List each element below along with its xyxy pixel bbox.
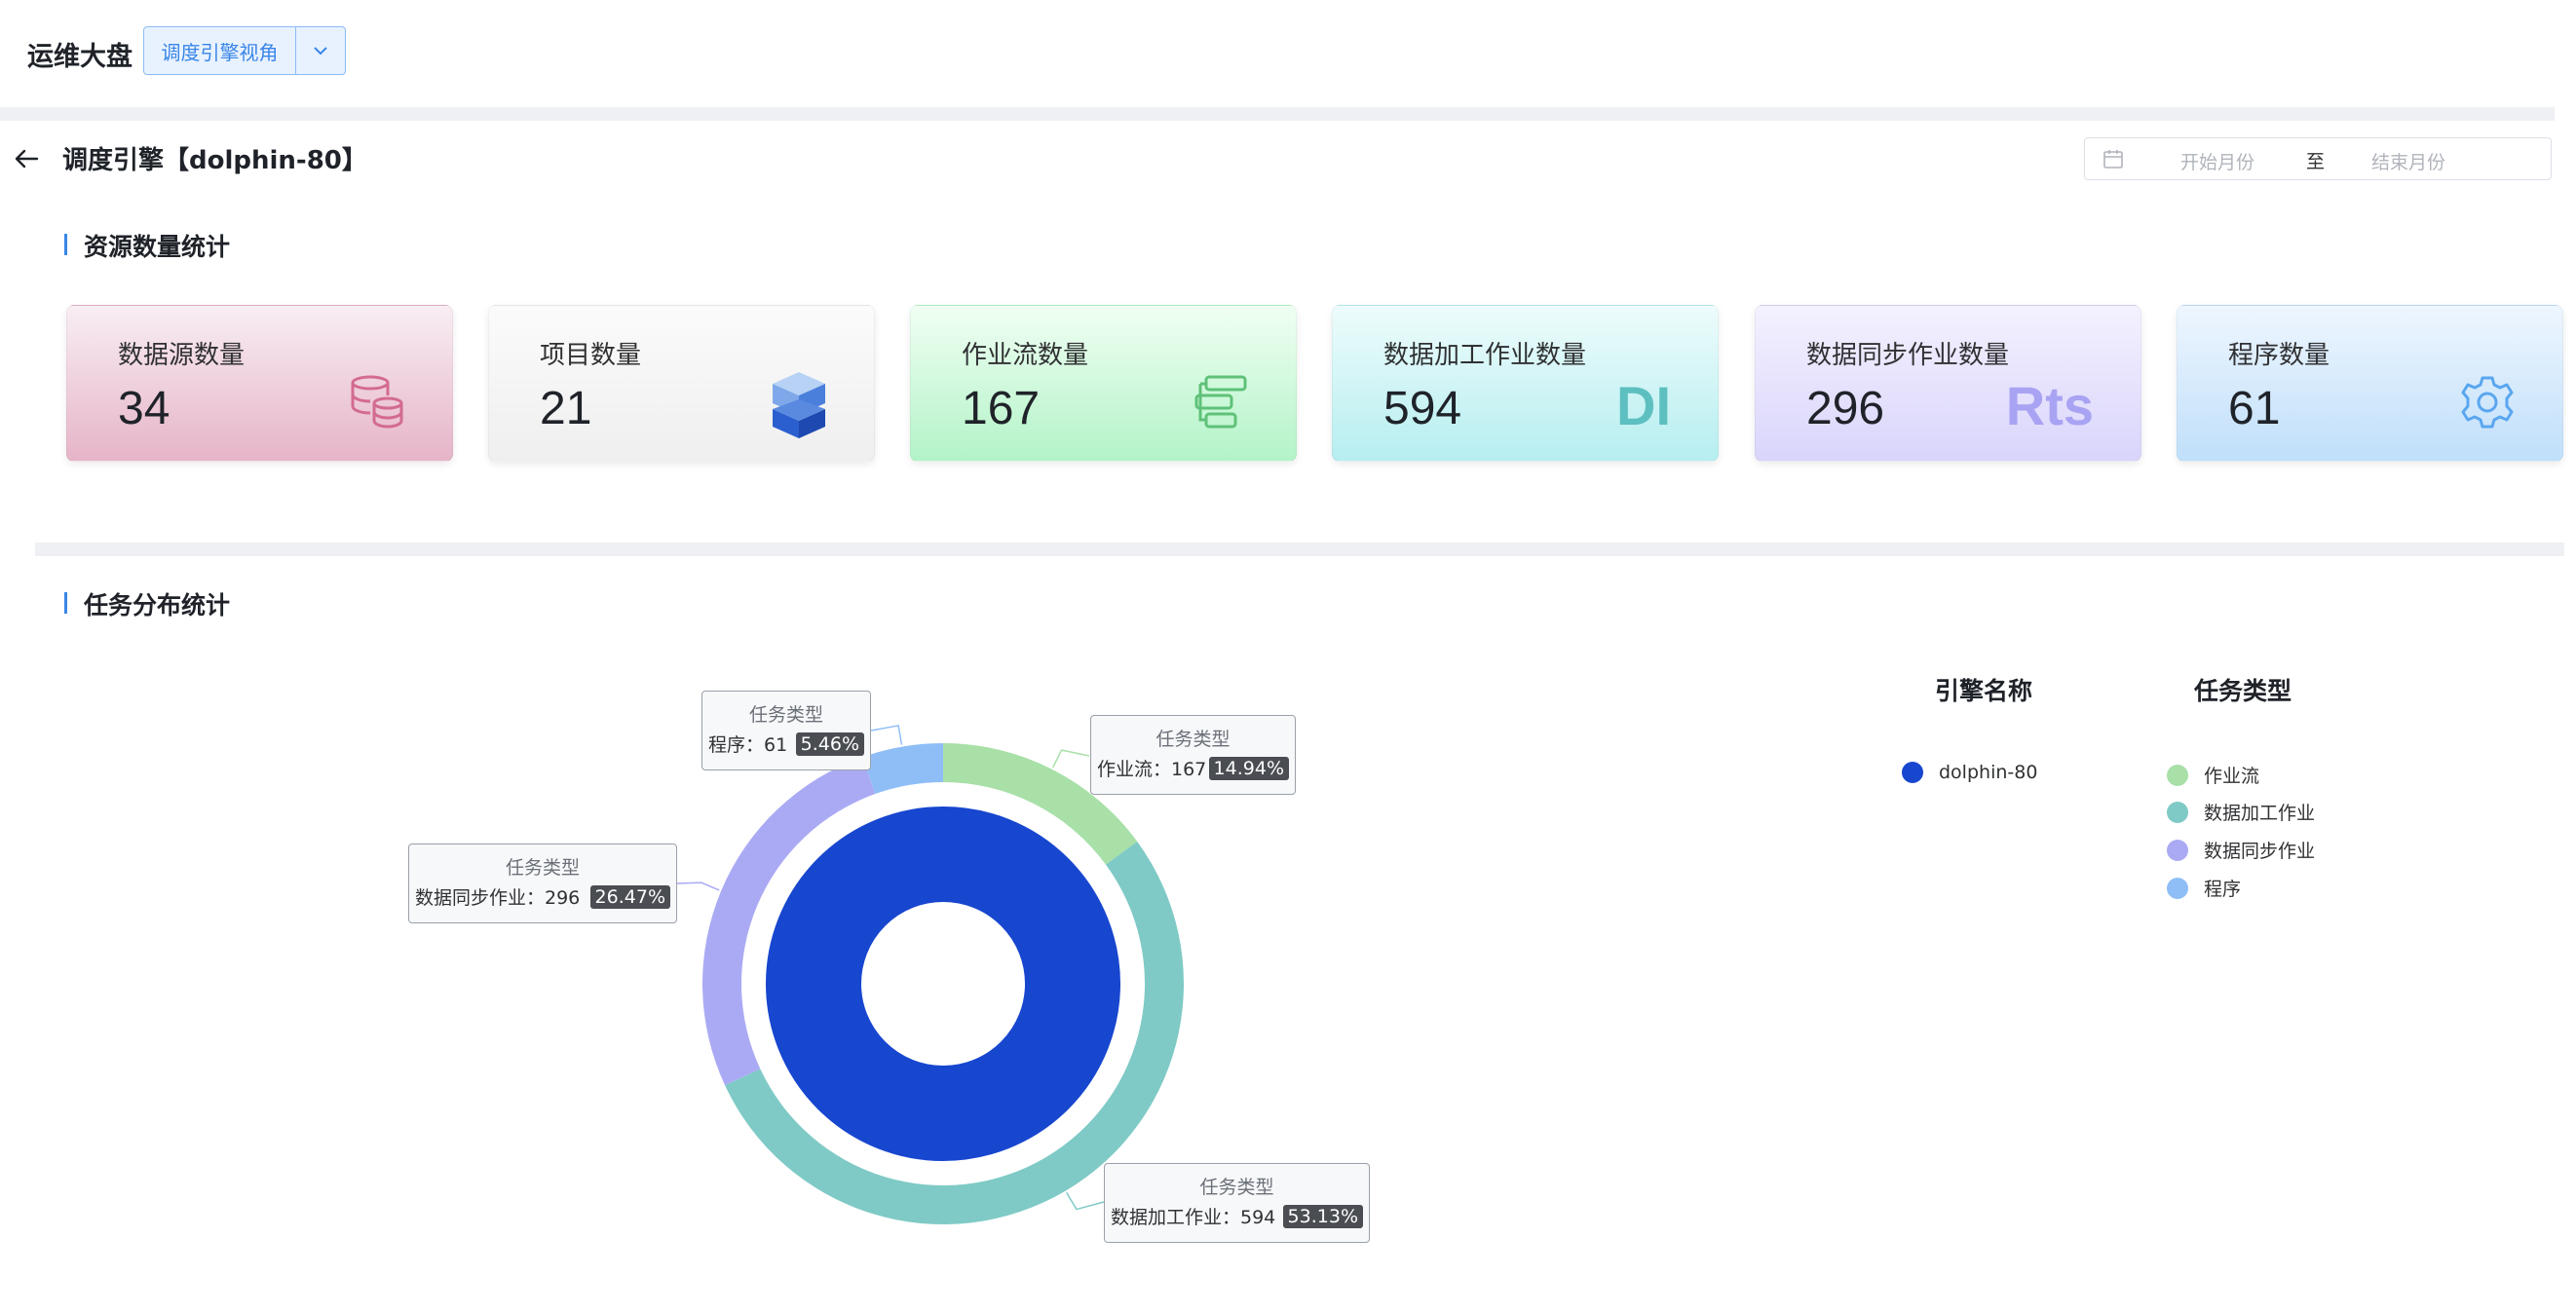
- legend-label: 程序: [2204, 879, 2242, 900]
- tooltip-percent: 53.13%: [1282, 1204, 1363, 1228]
- leader-line-2: [676, 882, 720, 891]
- leader-line-0: [1051, 749, 1090, 769]
- legend-dot: [2167, 877, 2188, 899]
- task-distribution-donut: [676, 725, 1184, 1224]
- tooltip-header: 任务类型: [1155, 729, 1231, 750]
- legend-item-program[interactable]: 程序: [2167, 875, 2241, 901]
- tooltip-label: 作业流：167: [1097, 759, 1207, 780]
- tooltip-workflow: 任务类型 作业流：167 14.94%: [1090, 715, 1296, 795]
- tooltip-percent: 14.94%: [1208, 756, 1289, 780]
- leader-line-3: [870, 725, 903, 745]
- legend-item-data-sync[interactable]: 数据同步作业: [2167, 837, 2315, 863]
- tooltip-header: 任务类型: [748, 704, 823, 726]
- tooltip-percent: 5.46%: [795, 732, 864, 756]
- legend-label: 数据同步作业: [2204, 841, 2316, 862]
- tooltip-label: 程序：61: [708, 734, 788, 756]
- tooltip-percent: 26.47%: [589, 884, 670, 909]
- tooltip-label: 数据同步作业：296: [415, 887, 581, 909]
- tooltip-header: 任务类型: [1199, 1177, 1274, 1198]
- legend-label: 作业流: [2204, 766, 2260, 787]
- legend-type-header: 任务类型: [2194, 677, 2292, 705]
- tooltip-data-processing: 任务类型 数据加工作业：594 53.13%: [1104, 1163, 1370, 1243]
- legend-dot: [2167, 801, 2188, 823]
- donut-inner-ring[interactable]: [766, 807, 1120, 1161]
- legend-item-workflow[interactable]: 作业流: [2167, 762, 2259, 788]
- legend-dot: [2167, 764, 2188, 786]
- tooltip-program: 任务类型 程序：61 5.46%: [701, 691, 871, 770]
- legend-item-data-processing[interactable]: 数据加工作业: [2167, 799, 2315, 825]
- leader-line-1: [1066, 1191, 1105, 1211]
- tooltip-header: 任务类型: [505, 857, 580, 879]
- tooltip-label: 数据加工作业：594: [1111, 1207, 1276, 1228]
- legend-dot: [1902, 762, 1923, 783]
- legend-label: dolphin-80: [1939, 762, 2038, 783]
- legend-label: 数据加工作业: [2204, 803, 2316, 824]
- donut-segment-3[interactable]: [861, 743, 943, 795]
- legend-engine-header: 引擎名称: [1935, 677, 2033, 705]
- legend-item-engine[interactable]: dolphin-80: [1902, 762, 2037, 783]
- tooltip-data-sync: 任务类型 数据同步作业：296 26.47%: [408, 844, 677, 923]
- legend-dot: [2167, 839, 2188, 861]
